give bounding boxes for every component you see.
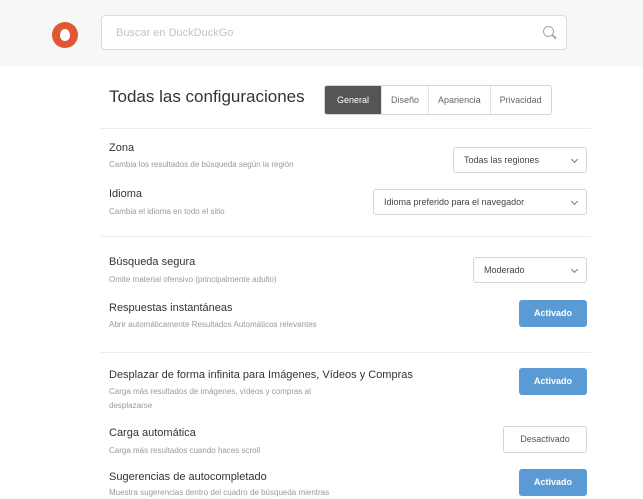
safe-search-title: Búsqueda segura <box>109 256 196 268</box>
infinite-scroll-toggle-button[interactable]: Activado <box>519 368 587 395</box>
search-placeholder: Buscar en DuckDuckGo <box>116 27 234 39</box>
divider <box>101 128 591 129</box>
region-title: Zona <box>109 142 135 154</box>
auto-load-description: Carga más resultados cuando haces scroll <box>109 446 261 455</box>
infinite-scroll-title: Desplazar de forma infinita para Imágene… <box>109 369 413 381</box>
autocomplete-title: Sugerencias de autocompletado <box>109 471 267 483</box>
region-dropdown[interactable]: Todas las regiones <box>453 147 587 173</box>
chevron-down-icon <box>570 155 579 164</box>
safe-search-dropdown[interactable]: Moderado <box>473 257 587 283</box>
autocomplete-description: Muestra sugerencias dentro del cuadro de… <box>109 488 330 497</box>
tab-design[interactable]: Diseño <box>382 86 430 114</box>
language-description: Cambia el idioma en todo el sitio <box>109 207 225 216</box>
language-value: Idioma preferido para el navegador <box>384 197 525 207</box>
region-value: Todas las regiones <box>464 155 540 165</box>
language-title: Idioma <box>109 188 143 200</box>
chevron-down-icon <box>570 197 579 206</box>
tab-privacy[interactable]: Privacidad <box>490 86 551 114</box>
divider <box>101 352 591 353</box>
top-bar: Buscar en DuckDuckGo <box>0 0 643 66</box>
safe-search-value: Moderado <box>484 265 525 275</box>
language-dropdown[interactable]: Idioma preferido para el navegador <box>373 189 587 215</box>
infinite-scroll-description: Carga más resultados de imágenes, vídeos… <box>109 387 311 396</box>
duckduckgo-logo-icon[interactable] <box>52 22 78 48</box>
safe-search-description: Omite material ofensivo (principalmente … <box>109 275 277 284</box>
auto-load-toggle-button[interactable]: Desactivado <box>503 426 587 453</box>
chevron-down-icon <box>570 265 579 274</box>
tab-appearance[interactable]: Apariencia <box>429 86 491 114</box>
instant-answers-toggle-button[interactable]: Activado <box>519 300 587 327</box>
instant-answers-title: Respuestas instantáneas <box>109 302 233 314</box>
divider <box>101 236 591 237</box>
search-icon[interactable] <box>543 26 554 37</box>
settings-tabs: General Diseño Apariencia Privacidad <box>324 85 552 115</box>
region-description: Cambia los resultados de búsqueda según … <box>109 160 294 169</box>
search-input[interactable]: Buscar en DuckDuckGo <box>101 15 567 50</box>
page-title: Todas las configuraciones <box>109 87 305 106</box>
tab-general[interactable]: General <box>325 86 383 114</box>
infinite-scroll-description-line2: desplazarse <box>109 401 153 410</box>
auto-load-title: Carga automática <box>109 427 196 439</box>
autocomplete-toggle-button[interactable]: Activado <box>519 469 587 496</box>
instant-answers-description: Abrir automáticamente Resultados Automát… <box>109 320 317 329</box>
